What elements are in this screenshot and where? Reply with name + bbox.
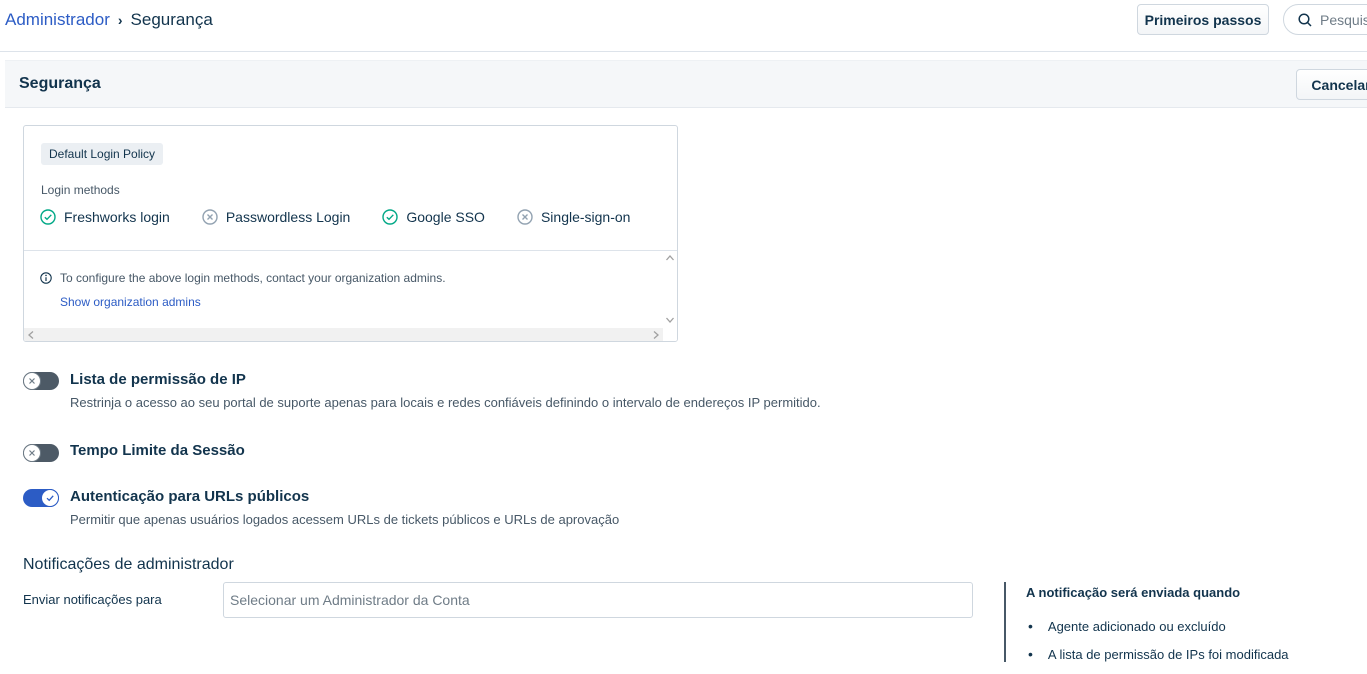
ip-whitelist-toggle[interactable] (23, 372, 59, 390)
login-method-label: Single-sign-on (540, 209, 631, 225)
list-item: Agente adicionado ou excluído (1028, 612, 1289, 640)
ip-whitelist-title: Lista de permissão de IP (70, 371, 246, 388)
search-input[interactable]: Pesquis (1283, 4, 1367, 35)
send-notifications-label: Enviar notificações para (23, 592, 162, 607)
public-url-auth-desc: Permitir que apenas usuários logados ace… (70, 512, 620, 527)
ip-whitelist-desc: Restrinja o acesso ao seu portal de supo… (70, 395, 821, 410)
policy-info-panel: To configure the above login methods, co… (24, 250, 677, 342)
notification-info-title: A notificação será enviada quando (1026, 585, 1241, 600)
login-methods-label: Login methods (41, 183, 120, 197)
login-method-freshworks: Freshworks login (40, 209, 170, 225)
x-icon (29, 378, 35, 384)
search-placeholder: Pesquis (1320, 11, 1367, 28)
chevron-right-icon: › (117, 12, 123, 28)
toggle-knob (41, 489, 59, 507)
policy-tag: Default Login Policy (41, 143, 164, 165)
horizontal-scrollbar[interactable] (24, 328, 663, 342)
scroll-down-icon[interactable] (663, 313, 677, 327)
login-method-label: Google SSO (406, 209, 485, 225)
x-circle-icon (517, 209, 533, 225)
session-timeout-toggle[interactable] (23, 444, 59, 462)
admin-notifications-title: Notificações de administrador (23, 556, 234, 573)
scroll-up-icon[interactable] (663, 251, 677, 265)
public-url-auth-title: Autenticação para URLs públicos (70, 488, 310, 505)
show-admins-link[interactable]: Show organization admins (60, 295, 201, 309)
notification-info-list: Agente adicionado ou excluído A lista de… (1028, 612, 1289, 668)
breadcrumb-link-admin[interactable]: Administrador (5, 10, 110, 30)
login-methods-list: Freshworks login Passwordless Login Goog… (40, 209, 662, 225)
list-item: A lista de permissão de IPs foi modifica… (1028, 640, 1289, 668)
login-method-sso: Single-sign-on (517, 209, 631, 225)
page-header: Segurança (5, 60, 1367, 108)
policy-info-label: To configure the above login methods, co… (60, 271, 446, 285)
scroll-right-icon[interactable] (649, 328, 663, 342)
policy-info-text: To configure the above login methods, co… (40, 271, 446, 285)
cancel-button[interactable]: Cancelar (1296, 69, 1367, 100)
x-circle-icon (202, 209, 218, 225)
breadcrumb: Administrador › Segurança (5, 10, 213, 30)
login-method-label: Freshworks login (64, 209, 170, 225)
login-method-google-sso: Google SSO (382, 209, 485, 225)
page-title: Segurança (19, 75, 101, 92)
vertical-scrollbar[interactable] (663, 251, 677, 327)
public-url-auth-toggle[interactable] (23, 489, 59, 507)
login-method-passwordless: Passwordless Login (202, 209, 351, 225)
session-timeout-title: Tempo Limite da Sessão (70, 442, 245, 459)
search-icon (1298, 12, 1312, 27)
scroll-left-icon[interactable] (24, 328, 38, 342)
check-circle-icon (382, 209, 399, 225)
x-icon (29, 450, 35, 456)
top-bar: Administrador › Segurança Primeiros pass… (0, 0, 1367, 52)
login-method-label: Passwordless Login (225, 209, 351, 225)
login-policy-card: Default Login Policy Login methods Fresh… (23, 125, 678, 342)
check-icon (46, 495, 54, 502)
toggle-knob (23, 372, 41, 390)
check-circle-icon (40, 209, 56, 225)
breadcrumb-current: Segurança (130, 10, 213, 29)
getting-started-button[interactable]: Primeiros passos (1137, 4, 1269, 35)
admin-select-input[interactable]: Selecionar um Administrador da Conta (223, 582, 973, 618)
divider (1004, 582, 1006, 662)
toggle-knob (23, 444, 41, 462)
info-icon (40, 272, 52, 284)
